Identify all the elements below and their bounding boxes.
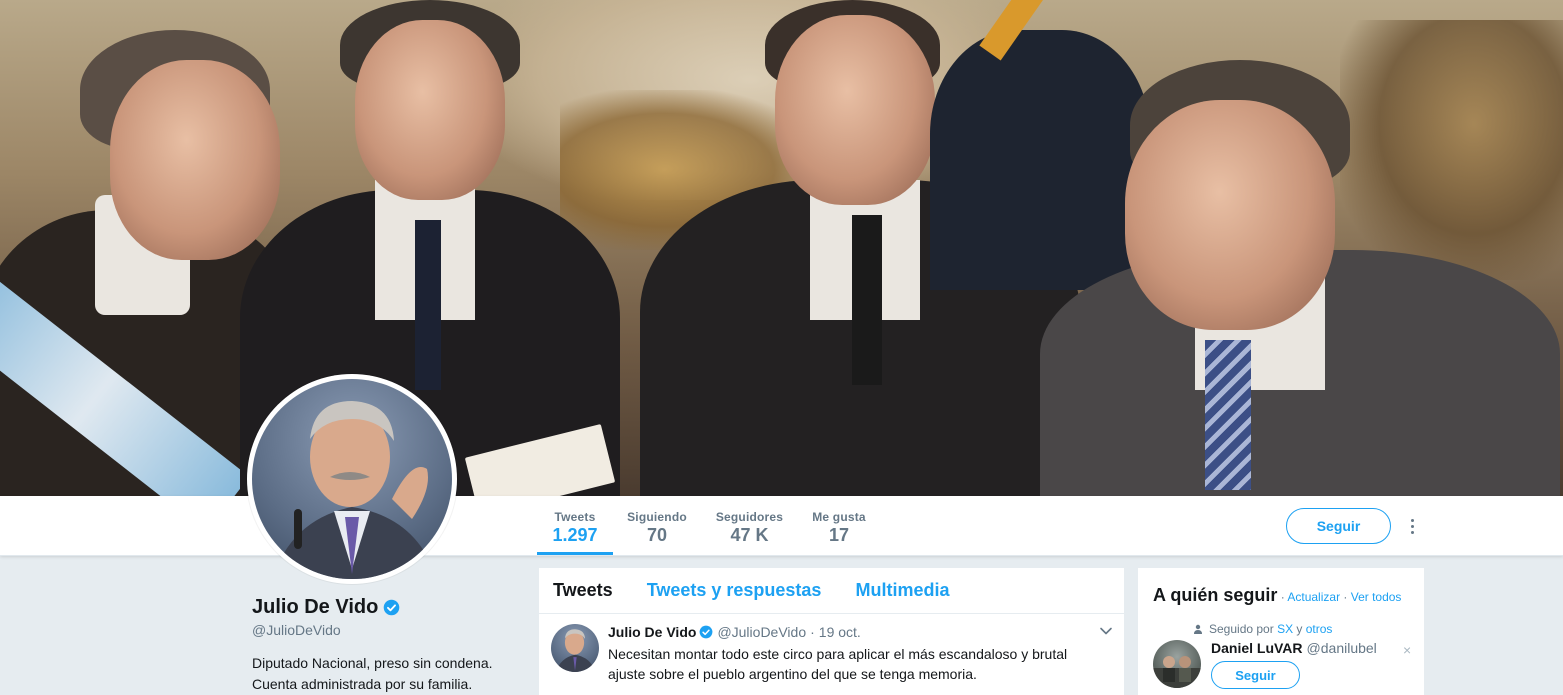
stat-label: Me gusta [812, 510, 866, 524]
followed-by-link[interactable]: SX [1277, 622, 1293, 636]
timeline-tabs: Tweets Tweets y respuestas Multimedia [539, 568, 1124, 614]
verified-badge-icon [700, 625, 713, 639]
profile-name-text: Julio De Vido [252, 596, 379, 618]
tweet-text: Necesitan montar todo este circo para ap… [608, 644, 1108, 684]
person-icon [1194, 624, 1202, 634]
chevron-down-icon[interactable] [1099, 624, 1113, 638]
stat-followers[interactable]: Seguidores 47 K [712, 496, 787, 556]
separator-dot: · [1340, 590, 1351, 604]
separator-dot: · [1277, 590, 1288, 604]
avatar-photo-icon [1153, 656, 1201, 688]
profile-banner [0, 0, 1563, 496]
follow-button[interactable]: Seguir [1286, 508, 1391, 544]
stat-label: Tweets [554, 510, 596, 524]
view-all-link[interactable]: Ver todos [1351, 590, 1402, 604]
tweet-author-handle[interactable]: @JulioDeVido [717, 624, 806, 640]
stat-label: Siguiendo [627, 510, 687, 524]
avatar-portrait-icon [555, 629, 596, 672]
suggested-user: Daniel LuVAR @danilubel [1211, 640, 1377, 656]
stat-value: 1.297 [552, 525, 598, 545]
suggested-user-follow-button[interactable]: Seguir [1211, 661, 1300, 689]
suggested-user-handle[interactable]: @danilubel [1307, 640, 1377, 656]
profile-name: Julio De Vido [252, 596, 400, 619]
followed-by-mid: y [1293, 622, 1306, 636]
timeline: Tweets Tweets y respuestas Multimedia Ju… [538, 567, 1125, 695]
tweet-timestamp[interactable]: 19 oct. [819, 624, 861, 640]
tweet-header: Julio De Vido @JulioDeVido · 19 oct. [608, 624, 861, 640]
more-options-icon[interactable] [1402, 514, 1422, 538]
dismiss-suggestion-icon[interactable]: × [1403, 642, 1411, 658]
tab-tweets[interactable]: Tweets [553, 580, 613, 601]
tab-tweets-and-replies[interactable]: Tweets y respuestas [647, 580, 822, 601]
bio-line: Diputado Nacional, preso sin condena. [252, 655, 493, 671]
suggested-user-avatar[interactable] [1153, 640, 1201, 688]
tweet-avatar[interactable] [551, 624, 599, 672]
separator-dot: · [810, 624, 815, 640]
who-to-follow: A quién seguir · Actualizar · Ver todos … [1137, 567, 1425, 695]
profile-avatar[interactable] [247, 374, 457, 584]
stat-following[interactable]: Siguiendo 70 [622, 496, 692, 556]
avatar-portrait-icon [272, 401, 437, 579]
stat-value: 17 [828, 525, 850, 545]
followed-by-prefix: Seguido por [1209, 622, 1278, 636]
profile-handle[interactable]: @JulioDeVido [252, 622, 341, 638]
tweet-author-name[interactable]: Julio De Vido [608, 624, 696, 640]
stat-value: 47 K [730, 525, 769, 545]
who-to-follow-title: A quién seguir [1153, 585, 1278, 605]
refresh-link[interactable]: Actualizar [1287, 590, 1340, 604]
stat-value: 70 [646, 525, 668, 545]
followed-by: Seguido por SX y otros [1193, 622, 1332, 636]
profile-nav: Tweets 1.297 Siguiendo 70 Seguidores 47 … [0, 496, 1563, 556]
stat-likes[interactable]: Me gusta 17 [806, 496, 872, 556]
who-to-follow-header: A quién seguir · Actualizar · Ver todos [1153, 585, 1401, 606]
verified-badge-icon [384, 599, 400, 616]
tweet-text-line: Necesitan montar todo este circo para ap… [608, 646, 1068, 662]
tweet[interactable]: Julio De Vido @JulioDeVido · 19 oct. Nec… [539, 614, 1124, 695]
avatar [252, 379, 452, 579]
profile-bio: Diputado Nacional, preso sin condena. Cu… [252, 653, 522, 695]
followed-by-others-link[interactable]: otros [1306, 622, 1333, 636]
tab-media[interactable]: Multimedia [855, 580, 949, 601]
bio-line: Cuenta administrada por su familia. [252, 676, 473, 692]
stat-label: Seguidores [715, 510, 784, 524]
stat-tweets[interactable]: Tweets 1.297 [537, 496, 613, 555]
tweet-text-line: ajuste sobre el pueblo argentino del que… [608, 666, 977, 682]
suggested-user-name[interactable]: Daniel LuVAR [1211, 640, 1303, 656]
